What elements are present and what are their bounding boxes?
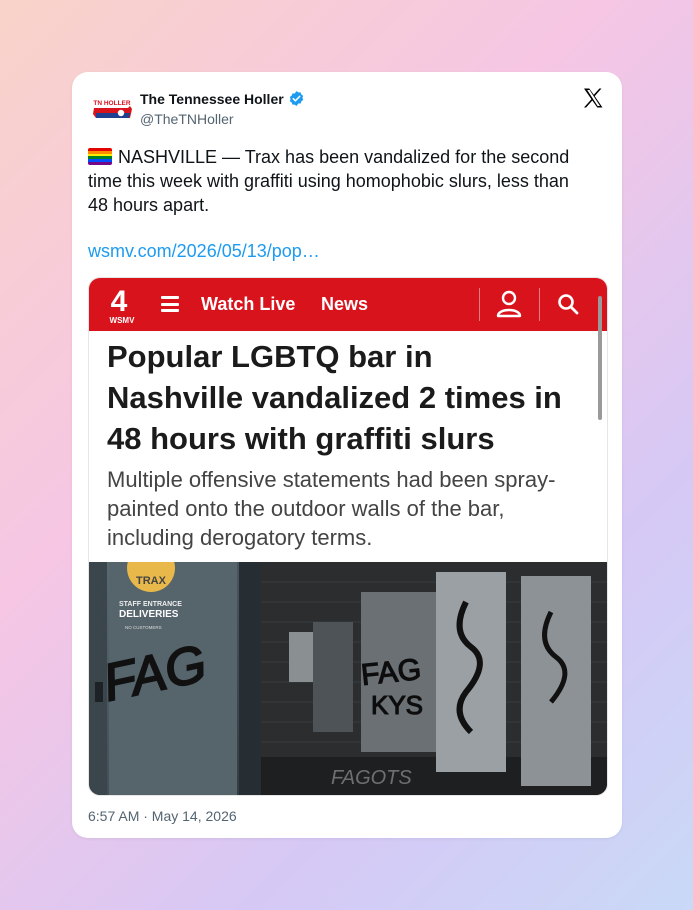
author-name[interactable]: The Tennessee Holler <box>140 91 284 107</box>
graffiti-right-3: FAGOTS <box>331 767 412 789</box>
tweet-timestamp[interactable]: 6:57 AM · May 14, 2026 <box>88 808 237 824</box>
scrollbar-thumb[interactable] <box>598 296 602 420</box>
door-sign-line3: NO CUSTOMERS <box>125 625 162 630</box>
nav-divider <box>479 288 480 321</box>
tweet-text: NASHVILLE — Trax has been vandalized for… <box>88 145 593 217</box>
logo-number: 4 <box>111 285 128 318</box>
wsmv-logo[interactable]: 4 WSMV <box>104 284 140 326</box>
wsmv-header-bar: 4 WSMV Watch Live News <box>89 278 607 331</box>
link-preview-card[interactable]: 4 WSMV Watch Live News Popular LGBTQ bar… <box>88 277 608 796</box>
door-sign-line2: DELIVERIES <box>119 609 179 620</box>
author-handle[interactable]: @TheTNHoller <box>140 111 234 127</box>
article-link[interactable]: wsmv.com/2026/05/13/pop… <box>88 241 320 262</box>
avatar-text: TN HOLLER <box>93 100 130 107</box>
door-sign-brand: TRAX <box>136 575 167 587</box>
x-logo-icon[interactable] <box>581 86 605 110</box>
door-sign-line1: STAFF ENTRANCE <box>119 601 182 608</box>
verified-badge-icon <box>289 91 303 106</box>
article-headline: Popular LGBTQ bar in Nashville vandalize… <box>107 339 562 456</box>
nav-news[interactable]: News <box>321 294 368 315</box>
user-icon[interactable] <box>496 290 522 318</box>
article-subhead: Multiple offensive statements had been s… <box>107 467 556 550</box>
graffiti-right-2: KYS <box>371 690 423 720</box>
nav-watch-live[interactable]: Watch Live <box>201 294 295 315</box>
logo-text: WSMV <box>110 316 136 325</box>
nav-divider <box>539 288 540 321</box>
rainbow-flag-icon <box>88 148 112 165</box>
author-name-row[interactable]: The Tennessee Holler <box>140 90 305 107</box>
tweet-card: TN HOLLER The Tennessee Holler @TheTNHol… <box>72 72 622 838</box>
avatar[interactable]: TN HOLLER <box>90 94 134 128</box>
door-photo: TRAX STAFF ENTRANCE DELIVERIES NO CUSTOM… <box>89 562 261 795</box>
graffiti-right-1: FAG <box>359 653 422 692</box>
electrical-panels-photo: FAG KYS FAGOTS <box>261 562 607 795</box>
hamburger-menu-icon[interactable] <box>161 296 179 312</box>
tweet-body: NASHVILLE — Trax has been vandalized for… <box>88 147 570 215</box>
search-icon[interactable] <box>557 293 579 315</box>
